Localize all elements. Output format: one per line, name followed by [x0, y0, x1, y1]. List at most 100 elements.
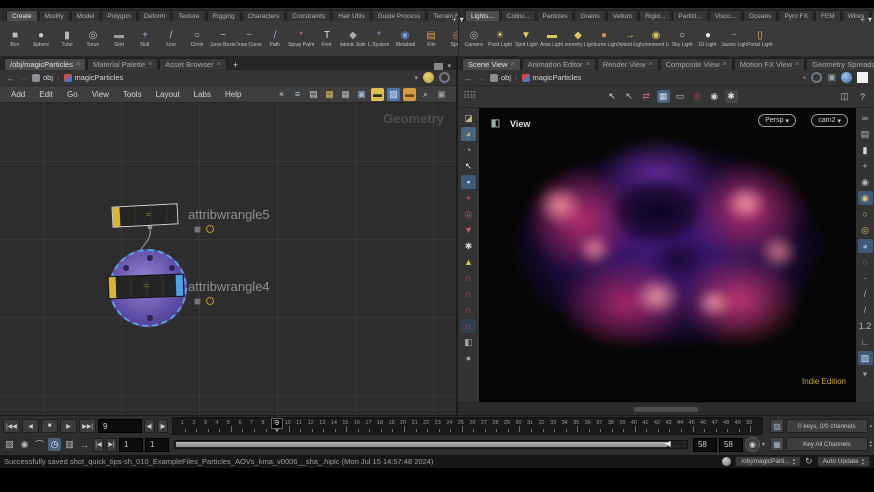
view-region-icon[interactable]: ∟: [858, 335, 873, 349]
shelf-tab[interactable]: Pyro FX: [778, 10, 814, 21]
stereo-glasses-icon[interactable]: ∞: [858, 111, 873, 125]
sphere-icon[interactable]: [841, 72, 852, 83]
tool-platonic-solids[interactable]: ◆ Platonic Solids: [340, 29, 366, 48]
objects-tool-icon[interactable]: ◪: [461, 111, 476, 125]
select-tool-icon[interactable]: ↖: [606, 90, 619, 103]
global-start-field[interactable]: 1: [145, 437, 169, 452]
pin-icon[interactable]: +: [799, 73, 809, 83]
snap-edge-icon[interactable]: ∩: [461, 303, 476, 317]
context-spinner[interactable]: ▴ ▾: [793, 457, 795, 466]
tool-line[interactable]: / Line: [158, 29, 184, 48]
close-tab-icon[interactable]: ×: [76, 61, 80, 68]
snapshot-menu-chevron-icon[interactable]: ▾: [858, 367, 873, 381]
pane-tab[interactable]: Composite View ×: [659, 58, 733, 70]
shelf-tab[interactable]: Rigging: [206, 10, 241, 21]
close-tab-icon[interactable]: ×: [649, 61, 653, 68]
play-forward-button[interactable]: ▶: [60, 419, 77, 433]
menu-item[interactable]: Labs: [187, 90, 218, 99]
tool-grid[interactable]: ▬ Grid: [106, 29, 132, 48]
breadcrumb-root[interactable]: obj: [490, 73, 511, 82]
tool-l-system[interactable]: * L-System: [366, 29, 392, 48]
pose-tool-icon[interactable]: ◔: [461, 143, 476, 157]
node-display-flag[interactable]: [175, 274, 184, 296]
customize-toolbar-icon[interactable]: ×: [275, 88, 288, 101]
close-tab-icon[interactable]: ×: [586, 61, 590, 68]
no-live-icon[interactable]: ◎: [691, 90, 704, 103]
background-image-icon[interactable]: ▨: [387, 87, 400, 101]
play-reverse-button[interactable]: ◀: [22, 419, 39, 433]
node-name-label[interactable]: attribwrangle4: [188, 279, 270, 294]
tool-sky-light[interactable]: ○ Sky Light: [669, 29, 695, 48]
breadcrumb-root[interactable]: obj: [32, 73, 53, 82]
refresh-icon[interactable]: ↻: [805, 456, 813, 467]
pane-tab[interactable]: Animation Editor ×: [521, 58, 596, 70]
close-tab-icon[interactable]: ×: [510, 61, 514, 68]
show-network-icon[interactable]: ▦: [656, 90, 670, 103]
back-arrow-icon[interactable]: ←: [464, 73, 473, 83]
set-key-button[interactable]: ◉: [744, 437, 760, 452]
cube-icon[interactable]: ▣: [827, 72, 836, 83]
smooth-shade-icon[interactable]: ◌: [858, 255, 873, 269]
keys-channels-button[interactable]: 0 keys, 0/0 channels: [786, 419, 868, 433]
sticky-note-icon[interactable]: ▬: [371, 87, 384, 101]
select-objects-tool-icon[interactable]: ↖: [623, 90, 636, 103]
node-name-label[interactable]: attribwrangle5: [188, 207, 270, 222]
tool-tube[interactable]: ▮ Tube: [54, 29, 80, 48]
tool-gi-light[interactable]: ● GI Light: [695, 29, 721, 48]
current-frame-field[interactable]: 9: [98, 419, 142, 433]
tool-environment-light[interactable]: ◉ Environment Light: [643, 29, 669, 48]
back-arrow-icon[interactable]: ←: [6, 73, 15, 83]
headlight-icon[interactable]: ◉: [857, 191, 873, 205]
shelf-tab[interactable]: Rigid...: [639, 10, 672, 21]
tool-caustic-light[interactable]: ~ Caustic Light: [721, 29, 747, 48]
step-back-button[interactable]: ◀|: [144, 419, 155, 433]
shelf-tab[interactable]: Particles: [536, 10, 574, 21]
close-tab-icon[interactable]: ×: [795, 61, 799, 68]
shelf-tab[interactable]: Visco...: [708, 10, 743, 21]
rotate-tool-icon[interactable]: ◎: [461, 207, 476, 221]
menu-item[interactable]: Layout: [149, 90, 187, 99]
tool-font[interactable]: T Font: [314, 29, 340, 48]
snapshot-icon[interactable]: ▣: [435, 88, 448, 101]
pane-tab[interactable]: Render View ×: [596, 58, 659, 70]
display-options-icon[interactable]: ✱: [724, 90, 738, 103]
pane-tab[interactable]: Scene View ×: [462, 58, 521, 70]
shading-mode-icon[interactable]: ◕: [857, 239, 873, 253]
scoped-channels-icon[interactable]: ▨: [770, 419, 784, 433]
tool-sphere[interactable]: ● Sphere: [28, 29, 54, 48]
network-box-icon[interactable]: ▬: [403, 87, 416, 101]
tool-portal-light[interactable]: ▯ Portal Light: [747, 29, 773, 48]
view-pivot-icon[interactable]: +: [858, 159, 873, 173]
axis-tool-icon[interactable]: ✱: [461, 239, 476, 253]
shelf-tab[interactable]: Deform: [137, 10, 172, 21]
tool-volume-light[interactable]: ● Volume Light: [591, 29, 617, 48]
range-end-field[interactable]: 58: [692, 437, 717, 452]
shelf-tab[interactable]: Hair Utils: [332, 10, 371, 21]
brush-icon[interactable]: /: [858, 287, 873, 301]
tool-curve-bezier[interactable]: ~ Curve Bezier: [210, 29, 236, 48]
shelf-tab[interactable]: Model: [70, 10, 101, 21]
tool-metaball[interactable]: ◉ Metaball: [392, 29, 418, 48]
tool-geometry-light[interactable]: ◆ Geometry Light: [565, 29, 591, 48]
pin-pane-icon[interactable]: [439, 72, 450, 83]
shelf-tab[interactable]: Texture: [172, 10, 206, 21]
view-tool-icon[interactable]: ▭: [674, 90, 687, 103]
tool-torus[interactable]: ◎ Torus: [80, 29, 106, 48]
network-canvas[interactable]: Geometry ≈ attribwrangle5 ≈ attribwrangl…: [0, 103, 456, 415]
node-attribwrangle4[interactable]: ≈: [107, 273, 185, 300]
frame-range-slider[interactable]: ◀: [174, 439, 688, 449]
pane-tab[interactable]: /obj/magicParticles ×: [4, 58, 87, 70]
breadcrumb-current[interactable]: magicParticles: [521, 73, 581, 82]
high-quality-lighting-icon[interactable]: ◎: [858, 223, 873, 237]
tree-view-icon[interactable]: ≡: [291, 88, 304, 101]
target-icon[interactable]: [811, 72, 823, 83]
globe-icon[interactable]: ◉: [858, 175, 873, 189]
layout-panes-icon[interactable]: ◫: [838, 90, 851, 103]
sop-tool-icon[interactable]: ◕: [461, 127, 476, 141]
white-panel-icon[interactable]: [857, 72, 868, 83]
shelf-tab[interactable]: Modify: [38, 10, 70, 21]
range-slider-handle[interactable]: ◀: [664, 439, 670, 448]
menu-item[interactable]: Help: [218, 90, 248, 99]
link-follow-icon[interactable]: [423, 72, 434, 83]
range-start-button[interactable]: |◀: [93, 437, 104, 452]
